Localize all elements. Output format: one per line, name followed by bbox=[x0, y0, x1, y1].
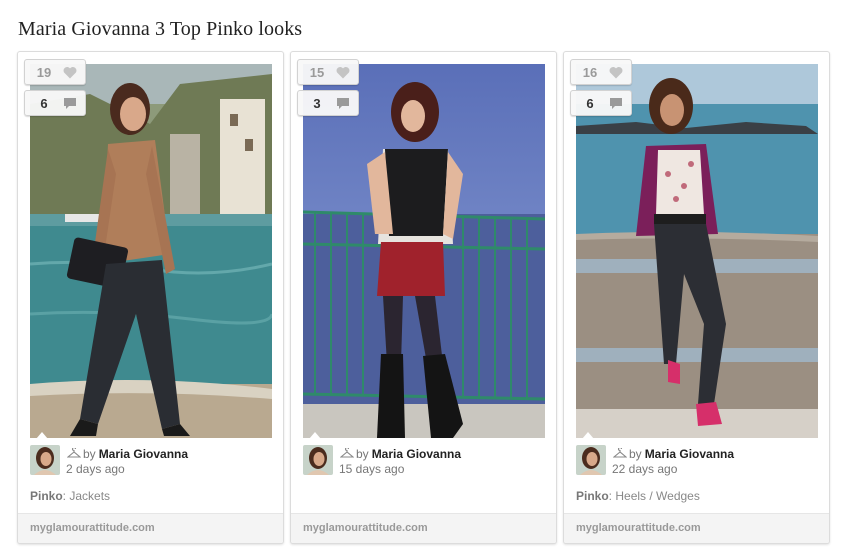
page-title: Maria Giovanna 3 Top Pinko looks bbox=[18, 18, 303, 40]
post-time: 2 days ago bbox=[66, 462, 125, 476]
like-count-button[interactable]: 15 bbox=[297, 59, 359, 85]
source-link[interactable]: myglamourattitude.com bbox=[303, 522, 428, 534]
like-count: 19 bbox=[36, 65, 52, 80]
category-link[interactable]: Heels / Wedges bbox=[615, 489, 700, 503]
speech-bubble-icon bbox=[63, 97, 77, 110]
post-time: 22 days ago bbox=[612, 462, 678, 476]
hanger-icon bbox=[612, 446, 628, 458]
avatar[interactable] bbox=[303, 445, 333, 475]
caret-pointer bbox=[582, 432, 594, 439]
brand-link[interactable]: Pinko bbox=[576, 489, 609, 503]
like-count-button[interactable]: 19 bbox=[24, 59, 86, 85]
avatar[interactable] bbox=[576, 445, 606, 475]
comment-count-button[interactable]: 3 bbox=[297, 90, 359, 116]
pin-meta: by Maria Giovanna 22 days ago bbox=[576, 445, 821, 479]
look-card[interactable]: 16 6 by Maria Giovanna 22 days ago Pinko:… bbox=[563, 51, 830, 544]
author-link[interactable]: Maria Giovanna bbox=[99, 447, 188, 461]
look-card[interactable]: 19 6 by Maria Giovanna 2 days ago Pinko: … bbox=[17, 51, 284, 544]
like-count-button[interactable]: 16 bbox=[570, 59, 632, 85]
avatar[interactable] bbox=[30, 445, 60, 475]
comment-count: 6 bbox=[40, 96, 48, 111]
look-photo-image bbox=[303, 64, 545, 438]
source-footer: myglamourattitude.com bbox=[291, 513, 556, 543]
pin-meta: by Maria Giovanna 2 days ago bbox=[30, 445, 275, 479]
like-count: 16 bbox=[582, 65, 598, 80]
author-prefix: by bbox=[629, 447, 642, 461]
source-footer: myglamourattitude.com bbox=[564, 513, 829, 543]
look-card[interactable]: 15 3 by Maria Giovanna 15 days ago myglam… bbox=[290, 51, 557, 544]
comment-count-button[interactable]: 6 bbox=[24, 90, 86, 116]
source-footer: myglamourattitude.com bbox=[18, 513, 283, 543]
author-link[interactable]: Maria Giovanna bbox=[372, 447, 461, 461]
like-count: 15 bbox=[309, 65, 325, 80]
heart-icon bbox=[609, 66, 623, 79]
caret-pointer bbox=[36, 432, 48, 439]
look-photo[interactable] bbox=[576, 64, 818, 438]
source-link[interactable]: myglamourattitude.com bbox=[30, 522, 155, 534]
post-time: 15 days ago bbox=[339, 462, 405, 476]
comment-count: 6 bbox=[586, 96, 594, 111]
look-photo-image bbox=[576, 64, 818, 438]
comment-count: 3 bbox=[313, 96, 321, 111]
look-photo[interactable] bbox=[30, 64, 272, 438]
author-line: by Maria Giovanna bbox=[629, 447, 734, 461]
look-photo-image bbox=[30, 64, 272, 438]
caret-pointer bbox=[309, 432, 321, 439]
hanger-icon bbox=[339, 446, 355, 458]
speech-bubble-icon bbox=[336, 97, 350, 110]
brand-link[interactable]: Pinko bbox=[30, 489, 63, 503]
pin-meta: by Maria Giovanna 15 days ago bbox=[303, 445, 548, 479]
category-link[interactable]: Jackets bbox=[69, 489, 110, 503]
category-separator: : bbox=[62, 489, 67, 503]
heart-icon bbox=[336, 66, 350, 79]
category-separator: : bbox=[608, 489, 613, 503]
author-prefix: by bbox=[356, 447, 369, 461]
source-link[interactable]: myglamourattitude.com bbox=[576, 522, 701, 534]
category-line: Pinko: Jackets bbox=[30, 489, 110, 503]
speech-bubble-icon bbox=[609, 97, 623, 110]
author-line: by Maria Giovanna bbox=[83, 447, 188, 461]
author-link[interactable]: Maria Giovanna bbox=[645, 447, 734, 461]
hanger-icon bbox=[66, 446, 82, 458]
category-line: Pinko: Heels / Wedges bbox=[576, 489, 700, 503]
heart-icon bbox=[63, 66, 77, 79]
look-photo[interactable] bbox=[303, 64, 545, 438]
author-prefix: by bbox=[83, 447, 96, 461]
author-line: by Maria Giovanna bbox=[356, 447, 461, 461]
comment-count-button[interactable]: 6 bbox=[570, 90, 632, 116]
